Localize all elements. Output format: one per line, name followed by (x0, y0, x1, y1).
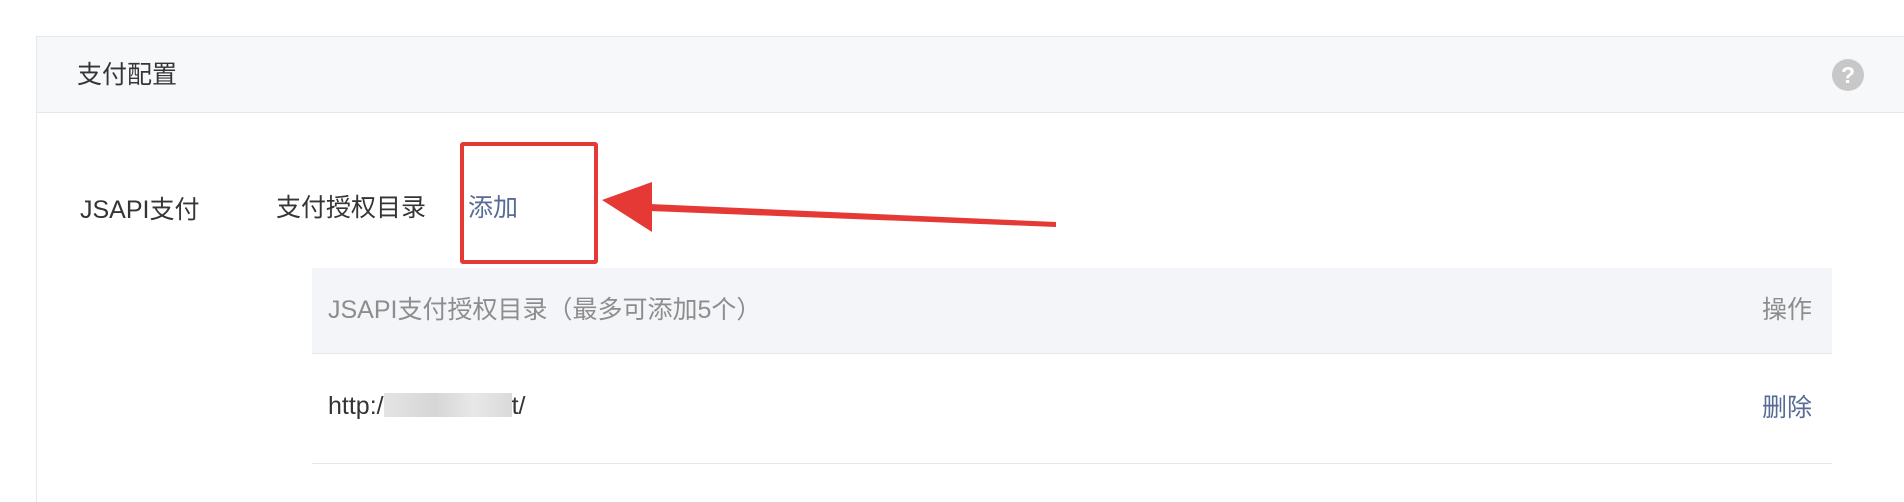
url-prefix: http:/ (328, 392, 384, 420)
table-header-operation: 操作 (1761, 296, 1812, 324)
jsapi-label: JSAPI支付 (80, 196, 200, 224)
directory-url: http:/ t/ (328, 390, 526, 422)
panel-header: 支付配置 ? (37, 37, 1904, 113)
page: 支付配置 ? JSAPI支付 支付授权目录 添加 JSAPI支付授权目录（最多可… (0, 0, 1904, 502)
table-header-directory: JSAPI支付授权目录（最多可添加5个） (328, 296, 762, 324)
directory-table: JSAPI支付授权目录（最多可添加5个） 操作 http:/ t/ 删除 (312, 268, 1832, 464)
table-row: http:/ t/ 删除 (312, 354, 1832, 464)
panel-title: 支付配置 (77, 61, 178, 89)
table-header: JSAPI支付授权目录（最多可添加5个） 操作 (312, 268, 1832, 354)
question-circle-icon[interactable]: ? (1832, 59, 1864, 91)
url-redaction-mask (383, 393, 512, 417)
url-suffix: t/ (511, 392, 526, 420)
delete-link[interactable]: 删除 (1762, 392, 1812, 424)
add-link[interactable]: 添加 (468, 192, 518, 224)
directory-title: 支付授权目录 (276, 194, 427, 222)
